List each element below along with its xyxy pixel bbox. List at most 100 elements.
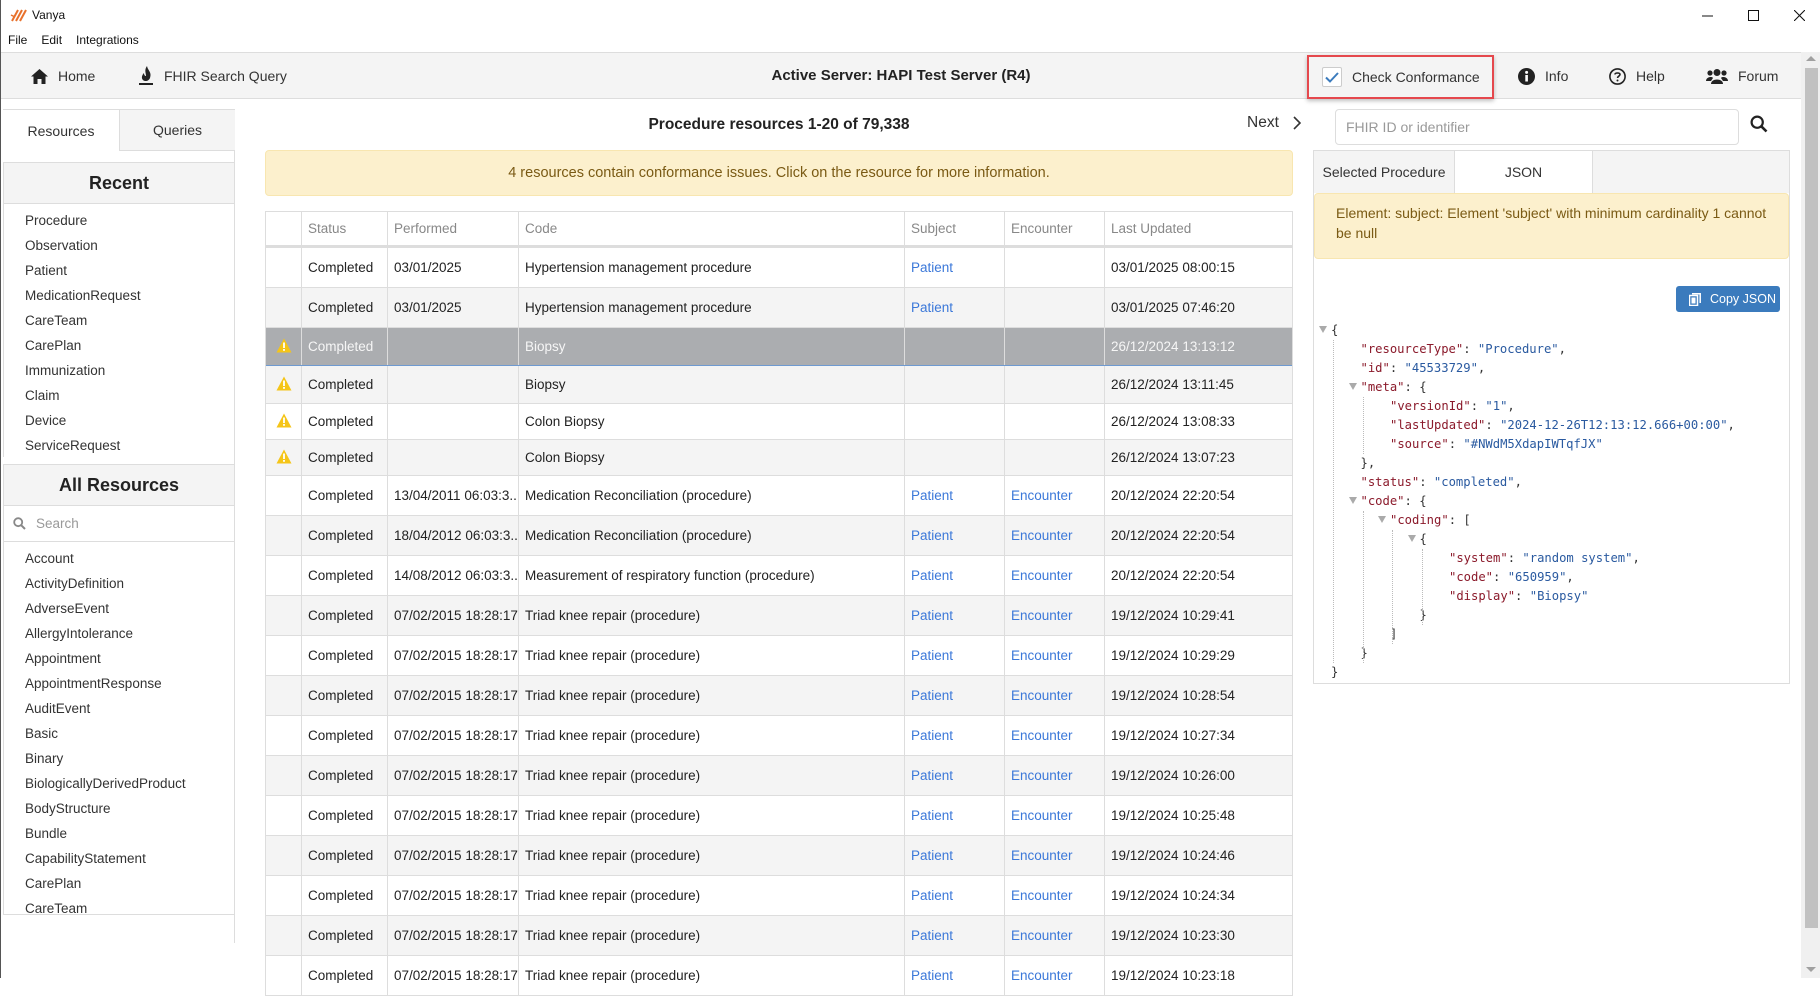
collapse-toggle-icon[interactable] [1407, 535, 1416, 542]
col-header-status[interactable]: Status [302, 212, 388, 245]
table-row[interactable]: Completed 07/02/2015 18:28:17 Triad knee r… [266, 836, 1292, 876]
col-header-performed[interactable]: Performed [388, 212, 519, 245]
sidebar-resource-item[interactable]: CapabilityStatement [4, 846, 234, 871]
tab-json[interactable]: JSON [1454, 151, 1593, 193]
table-row[interactable]: Completed 07/02/2015 18:28:17 Triad knee r… [266, 636, 1292, 676]
col-header-code[interactable]: Code [519, 212, 905, 245]
table-row[interactable]: Completed 13/04/2011 06:03:3... Medication… [266, 476, 1292, 516]
subject-link[interactable]: Patient [911, 688, 953, 703]
encounter-link[interactable]: Encounter [1011, 928, 1073, 943]
sidebar-resource-item[interactable]: ActivityDefinition [4, 571, 234, 596]
sidebar-resource-item[interactable]: AllergyIntolerance [4, 621, 234, 646]
table-row[interactable]: Completed Biopsy 26/12/2024 13:13:12 [266, 328, 1292, 366]
tab-resources[interactable]: Resources [3, 109, 120, 151]
fhir-search-query-button[interactable]: FHIR Search Query [138, 53, 287, 99]
sidebar-recent-item[interactable]: Procedure [4, 208, 234, 233]
all-resources-list[interactable]: Account ActivityDefinition AdverseEvent All… [3, 542, 235, 915]
maximize-button[interactable] [1730, 0, 1776, 30]
resource-search-input[interactable] [36, 516, 216, 531]
fhir-id-search-input[interactable] [1346, 119, 1726, 135]
table-row[interactable]: Completed 03/01/2025 Hypertension manageme… [266, 248, 1292, 288]
encounter-link[interactable]: Encounter [1011, 768, 1073, 783]
encounter-link[interactable]: Encounter [1011, 608, 1073, 623]
fhir-id-search-field[interactable] [1335, 109, 1739, 145]
check-conformance-toggle[interactable]: Check Conformance [1307, 55, 1494, 99]
table-row[interactable]: Completed 07/02/2015 18:28:17 Triad knee r… [266, 716, 1292, 756]
help-button[interactable]: Help [1609, 53, 1665, 99]
table-row[interactable]: Completed 07/02/2015 18:28:17 Triad knee r… [266, 756, 1292, 796]
collapse-toggle-icon[interactable] [1319, 326, 1327, 333]
sidebar-resource-item[interactable]: CarePlan [4, 871, 234, 896]
table-row[interactable]: Completed 07/02/2015 18:28:17 Triad knee r… [266, 676, 1292, 716]
encounter-link[interactable]: Encounter [1011, 888, 1073, 903]
subject-link[interactable]: Patient [911, 728, 953, 743]
sidebar-recent-item[interactable]: Immunization [4, 358, 234, 383]
collapse-toggle-icon[interactable] [1348, 383, 1357, 390]
subject-link[interactable]: Patient [911, 808, 953, 823]
sidebar-resource-item[interactable]: Binary [4, 746, 234, 771]
home-button[interactable]: Home [31, 53, 95, 99]
sidebar-resource-item[interactable]: CareTeam [4, 896, 234, 914]
encounter-link[interactable]: Encounter [1011, 808, 1073, 823]
sidebar-resource-item[interactable]: AppointmentResponse [4, 671, 234, 696]
sidebar-resource-item[interactable]: Basic [4, 721, 234, 746]
table-row[interactable]: Completed Colon Biopsy 26/12/2024 13:08:33 [266, 404, 1292, 440]
recent-list[interactable]: Procedure Observation Patient MedicationReq… [3, 204, 235, 457]
sidebar-recent-item[interactable]: CareTeam [4, 308, 234, 333]
sidebar-recent-item[interactable]: Observation [4, 233, 234, 258]
copy-json-button[interactable]: Copy JSON [1676, 286, 1780, 312]
col-header-encounter[interactable]: Encounter [1005, 212, 1105, 245]
encounter-link[interactable]: Encounter [1011, 848, 1073, 863]
table-row[interactable]: Completed 03/01/2025 Hypertension manageme… [266, 288, 1292, 328]
table-row[interactable]: Completed 07/02/2015 18:28:17 Triad knee r… [266, 596, 1292, 636]
menu-edit[interactable]: Edit [34, 30, 69, 52]
sidebar-recent-item[interactable]: Device [4, 408, 234, 433]
subject-link[interactable]: Patient [911, 648, 953, 663]
sidebar-resource-item[interactable]: Appointment [4, 646, 234, 671]
subject-link[interactable]: Patient [911, 568, 953, 583]
subject-link[interactable]: Patient [911, 260, 953, 275]
scroll-down-icon[interactable] [1806, 967, 1816, 972]
subject-link[interactable]: Patient [911, 528, 953, 543]
sidebar-resource-item[interactable]: Bundle [4, 821, 234, 846]
subject-link[interactable]: Patient [911, 768, 953, 783]
menu-file[interactable]: File [1, 30, 34, 52]
tab-queries[interactable]: Queries [120, 109, 235, 151]
encounter-link[interactable]: Encounter [1011, 528, 1073, 543]
next-page-button[interactable]: Next [1247, 114, 1301, 132]
sidebar-resource-item[interactable]: BiologicallyDerivedProduct [4, 771, 234, 796]
col-header-last-updated[interactable]: Last Updated [1105, 212, 1292, 245]
collapse-toggle-icon[interactable] [1348, 497, 1357, 504]
sidebar-resource-item[interactable]: Account [4, 546, 234, 571]
encounter-link[interactable]: Encounter [1011, 488, 1073, 503]
table-row[interactable]: Completed Colon Biopsy 26/12/2024 13:07:23 [266, 440, 1292, 476]
fhir-id-search-button[interactable] [1750, 115, 1772, 137]
scrollbar-thumb[interactable] [1805, 68, 1818, 928]
col-header-subject[interactable]: Subject [905, 212, 1005, 245]
sidebar-recent-item[interactable]: Claim [4, 383, 234, 408]
sidebar-recent-item[interactable]: MedicationRequest [4, 283, 234, 308]
sidebar-recent-item[interactable]: ServiceRequest [4, 433, 234, 457]
table-row[interactable]: Completed 07/02/2015 18:28:17 Triad knee r… [266, 796, 1292, 836]
subject-link[interactable]: Patient [911, 608, 953, 623]
table-row[interactable]: Completed 07/02/2015 18:28:17 Triad knee r… [266, 876, 1292, 916]
table-row[interactable]: Completed Biopsy 26/12/2024 13:11:45 [266, 366, 1292, 404]
subject-link[interactable]: Patient [911, 300, 953, 315]
table-row[interactable]: Completed 07/02/2015 18:28:17 Triad knee r… [266, 956, 1292, 996]
sidebar-recent-item[interactable]: CarePlan [4, 333, 234, 358]
table-row[interactable]: Completed 18/04/2012 06:03:3... Medication… [266, 516, 1292, 556]
close-button[interactable] [1776, 0, 1820, 30]
subject-link[interactable]: Patient [911, 968, 953, 983]
sidebar-resource-item[interactable]: AdverseEvent [4, 596, 234, 621]
scroll-up-icon[interactable] [1806, 56, 1816, 61]
encounter-link[interactable]: Encounter [1011, 648, 1073, 663]
resource-search-field[interactable] [3, 506, 235, 542]
check-conformance-checkbox[interactable] [1322, 67, 1342, 87]
tab-selected-procedure[interactable]: Selected Procedure [1314, 151, 1454, 193]
forum-button[interactable]: Forum [1706, 53, 1778, 99]
encounter-link[interactable]: Encounter [1011, 728, 1073, 743]
subject-link[interactable]: Patient [911, 888, 953, 903]
table-row[interactable]: Completed 14/08/2012 06:03:3... Measuremen… [266, 556, 1292, 596]
subject-link[interactable]: Patient [911, 488, 953, 503]
subject-link[interactable]: Patient [911, 928, 953, 943]
